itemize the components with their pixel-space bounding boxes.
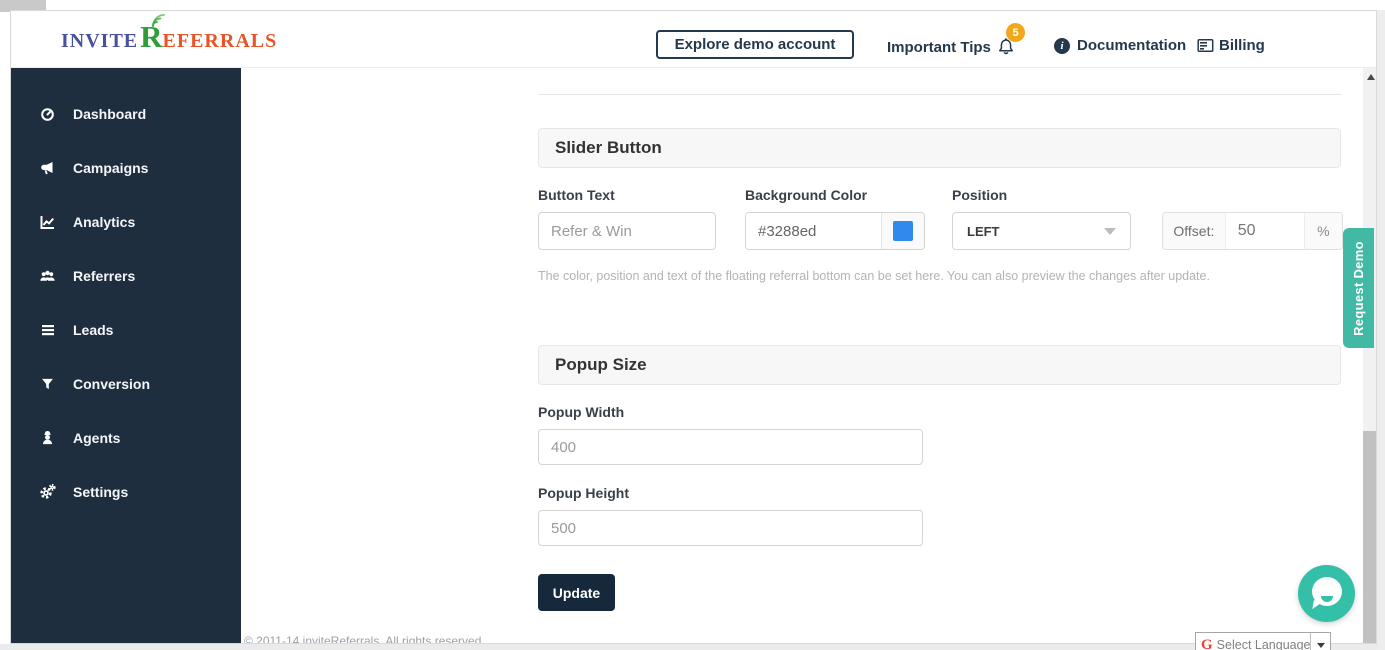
popup-width-input[interactable] — [538, 429, 923, 465]
button-text-input[interactable] — [538, 212, 716, 250]
chat-widget-button[interactable] — [1298, 565, 1355, 622]
slider-button-panel-header: Slider Button — [538, 128, 1341, 168]
scrollbar-up-arrow-icon[interactable] — [1366, 74, 1375, 80]
popup-height-input[interactable] — [538, 510, 923, 546]
sidebar-label: Dashboard — [73, 106, 147, 122]
position-label: Position — [952, 187, 1008, 203]
popup-size-panel-header: Popup Size — [538, 345, 1341, 385]
chart-line-icon — [39, 214, 56, 230]
popup-height-label: Popup Height — [538, 485, 629, 501]
button-text-label: Button Text — [538, 187, 615, 203]
list-icon — [39, 322, 56, 338]
offset-addon-label: Offset: — [1163, 213, 1226, 249]
dashboard-icon — [39, 106, 56, 122]
sidebar-item-agents[interactable]: Agents — [11, 411, 241, 465]
documentation-label: Documentation — [1077, 37, 1187, 54]
position-selected-value: LEFT — [967, 223, 1000, 239]
slider-help-text: The color, position and text of the floa… — [538, 269, 1210, 283]
sidebar-label: Analytics — [73, 214, 136, 230]
sidebar-item-leads[interactable]: Leads — [11, 303, 241, 357]
content-divider — [538, 94, 1341, 95]
sidebar-item-campaigns[interactable]: Campaigns — [11, 141, 241, 195]
top-header: INVITE R EFERRALS Explore demo account I… — [11, 11, 1376, 68]
brand-logo[interactable]: INVITE R EFERRALS — [61, 14, 278, 53]
sidebar-nav: Dashboard Campaigns Analytics Referrers … — [11, 68, 241, 643]
documentation-link[interactable]: i Documentation — [1054, 37, 1186, 54]
app-window: INVITE R EFERRALS Explore demo account I… — [10, 10, 1377, 644]
panel-title: Slider Button — [555, 138, 662, 157]
explore-demo-account-button[interactable]: Explore demo account — [656, 30, 854, 59]
sidebar-label: Leads — [73, 322, 114, 338]
background-color-label: Background Color — [745, 187, 868, 203]
popup-width-label: Popup Width — [538, 404, 625, 420]
agent-icon — [39, 430, 56, 446]
offset-group: Offset: % — [1162, 212, 1343, 250]
sidebar-item-referrers[interactable]: Referrers — [11, 249, 241, 303]
position-select[interactable]: LEFT — [952, 212, 1131, 250]
offset-unit-addon: % — [1303, 213, 1342, 249]
copyright-text: © 2011-14 inviteReferrals. All rights re… — [244, 634, 482, 644]
logo-text-referrals: EFERRALS — [162, 30, 278, 52]
update-button[interactable]: Update — [538, 574, 615, 611]
notification-badge: 5 — [1006, 23, 1025, 42]
color-swatch-addon[interactable] — [881, 213, 924, 249]
offset-input[interactable] — [1225, 213, 1304, 249]
sidebar-item-settings[interactable]: Settings — [11, 465, 241, 519]
language-caret-box — [1310, 633, 1330, 650]
gears-icon — [39, 484, 56, 500]
logo-text-invite: INVITE — [61, 30, 139, 52]
users-icon — [39, 268, 56, 284]
google-translate-icon: G — [1201, 636, 1213, 650]
language-select-label: Select Language — [1216, 638, 1310, 650]
chat-smile-icon — [1321, 596, 1333, 602]
funnel-icon — [39, 376, 56, 392]
sidebar-item-conversion[interactable]: Conversion — [11, 357, 241, 411]
scrollbar-thumb[interactable] — [1363, 431, 1376, 643]
billing-icon — [1197, 39, 1214, 53]
vertical-scrollbar[interactable] — [1363, 68, 1376, 643]
sidebar-label: Agents — [73, 430, 121, 446]
logo-letter-r: R — [140, 14, 166, 52]
billing-label: Billing — [1219, 37, 1265, 54]
chat-bubble-icon — [1312, 577, 1342, 606]
signal-waves-icon — [152, 14, 166, 27]
page-right-edge — [1377, 10, 1385, 650]
sidebar-label: Settings — [73, 484, 129, 500]
megaphone-icon — [39, 160, 56, 176]
important-tips-label: Important Tips — [887, 38, 991, 56]
important-tips-menu[interactable]: Important Tips 5 — [887, 23, 1025, 57]
request-demo-tab[interactable]: Request Demo — [1343, 228, 1374, 348]
color-swatch — [893, 221, 913, 241]
info-icon: i — [1054, 37, 1070, 54]
sidebar-item-analytics[interactable]: Analytics — [11, 195, 241, 249]
sidebar-label: Campaigns — [73, 160, 149, 176]
request-demo-label: Request Demo — [1351, 240, 1366, 336]
billing-link[interactable]: Billing — [1197, 37, 1265, 54]
chevron-down-icon — [1104, 227, 1116, 235]
sidebar-label: Referrers — [73, 268, 136, 284]
background-color-input[interactable] — [746, 213, 881, 249]
caret-down-icon — [1316, 642, 1325, 648]
page-bottom-edge — [0, 644, 1385, 650]
background-color-group — [745, 212, 925, 250]
sidebar-label: Conversion — [73, 376, 151, 392]
sidebar-item-dashboard[interactable]: Dashboard — [11, 87, 241, 141]
panel-title: Popup Size — [555, 355, 647, 374]
language-select-widget[interactable]: G Select Language — [1195, 632, 1331, 650]
